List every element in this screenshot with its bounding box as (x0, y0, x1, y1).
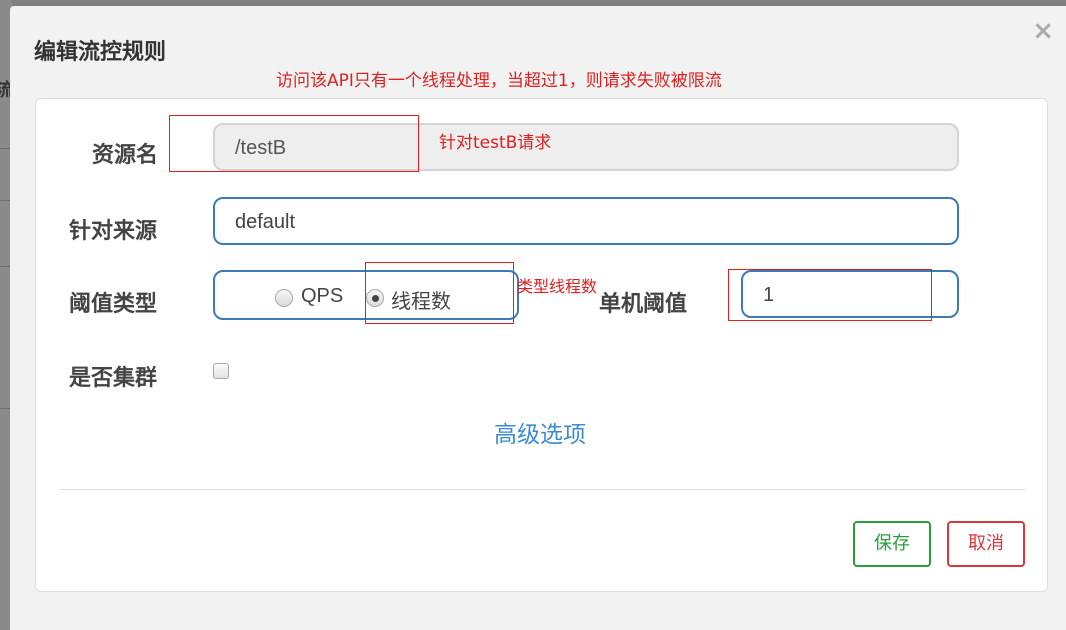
save-button[interactable]: 保存 (853, 521, 931, 567)
threshold-type-label: 阈值类型 (69, 292, 158, 317)
cluster-label: 是否集群 (69, 366, 158, 391)
resource-name-label: 资源名 (92, 143, 159, 168)
cancel-button[interactable]: 取消 (947, 521, 1025, 567)
annotation-testb-note: 针对testB请求 (439, 133, 552, 153)
radio-qps[interactable] (275, 289, 293, 307)
annotation-thread-limit-note: 访问该API只有一个线程处理，当超过1，则请求失败被限流 (276, 71, 722, 91)
origin-label: 针对来源 (69, 219, 158, 244)
radio-qps-label[interactable]: QPS (301, 285, 343, 308)
radio-thread-count-label[interactable]: 线程数 (391, 285, 451, 314)
footer-divider (60, 489, 1025, 490)
close-icon[interactable]: × (1032, 18, 1054, 44)
threshold-type-radio-group: QPS 线程数 (213, 270, 519, 320)
resource-name-input: /testB (213, 123, 959, 171)
single-threshold-input[interactable]: 1 (741, 270, 959, 318)
single-threshold-label: 单机阈值 (599, 292, 688, 317)
annotation-type-note: 类型线程数 (517, 277, 598, 296)
advanced-options-link[interactable]: 高级选项 (494, 415, 586, 449)
origin-input[interactable]: default (213, 197, 959, 245)
radio-thread-count[interactable] (366, 289, 384, 307)
cluster-checkbox[interactable] (213, 363, 229, 379)
dialog-title: 编辑流控规则 (34, 40, 167, 65)
form-panel: 资源名 /testB 针对来源 default 阈值类型 QPS 线程数 单机阈… (35, 98, 1048, 592)
edit-flow-rule-dialog: 编辑流控规则 × 访问该API只有一个线程处理，当超过1，则请求失败被限流 资源… (10, 6, 1066, 630)
